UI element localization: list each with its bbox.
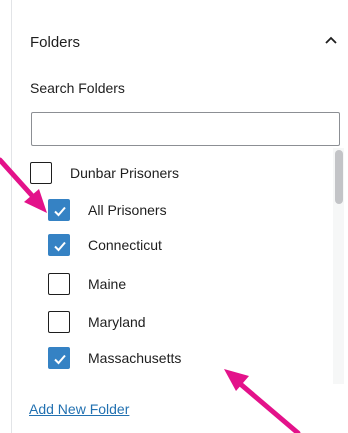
folder-label: All Prisoners [88,202,167,218]
list-item-partial[interactable] [48,381,70,384]
checkmark-icon [54,354,66,365]
folder-label: Maine [88,276,127,292]
checkbox[interactable] [30,162,52,184]
list-item[interactable]: Massachusetts [48,345,181,371]
list-item[interactable]: Connecticut [48,232,162,258]
checkbox-checked[interactable] [48,234,70,256]
list-item[interactable]: Maine [48,271,126,297]
checkmark-icon [54,241,66,252]
scrollbar-thumb[interactable] [335,150,343,204]
folder-tree: Dunbar Prisoners All Prisoners Connectic… [28,152,333,384]
folder-label: Dunbar Prisoners [70,165,179,181]
checkbox-checked[interactable] [48,199,70,221]
panel-title: Folders [30,34,81,51]
search-label: Search Folders [30,80,125,96]
search-input[interactable] [31,112,340,146]
list-item[interactable]: Dunbar Prisoners [30,160,179,186]
list-item[interactable]: All Prisoners [48,197,167,223]
folder-label: Maryland [88,314,146,330]
list-item[interactable]: Maryland [48,309,146,335]
checkbox[interactable] [48,273,70,295]
folders-panel: Folders Search Folders Dunbar Prisoners … [0,0,348,433]
checkmark-icon [54,206,66,217]
chevron-up-icon[interactable] [320,30,342,52]
checkbox-checked[interactable] [48,347,70,369]
panel-header[interactable]: Folders [12,0,348,82]
add-new-folder-link[interactable]: Add New Folder [29,401,129,417]
folder-label: Massachusetts [88,350,182,366]
folder-label: Connecticut [88,237,162,253]
checkbox[interactable] [48,311,70,333]
